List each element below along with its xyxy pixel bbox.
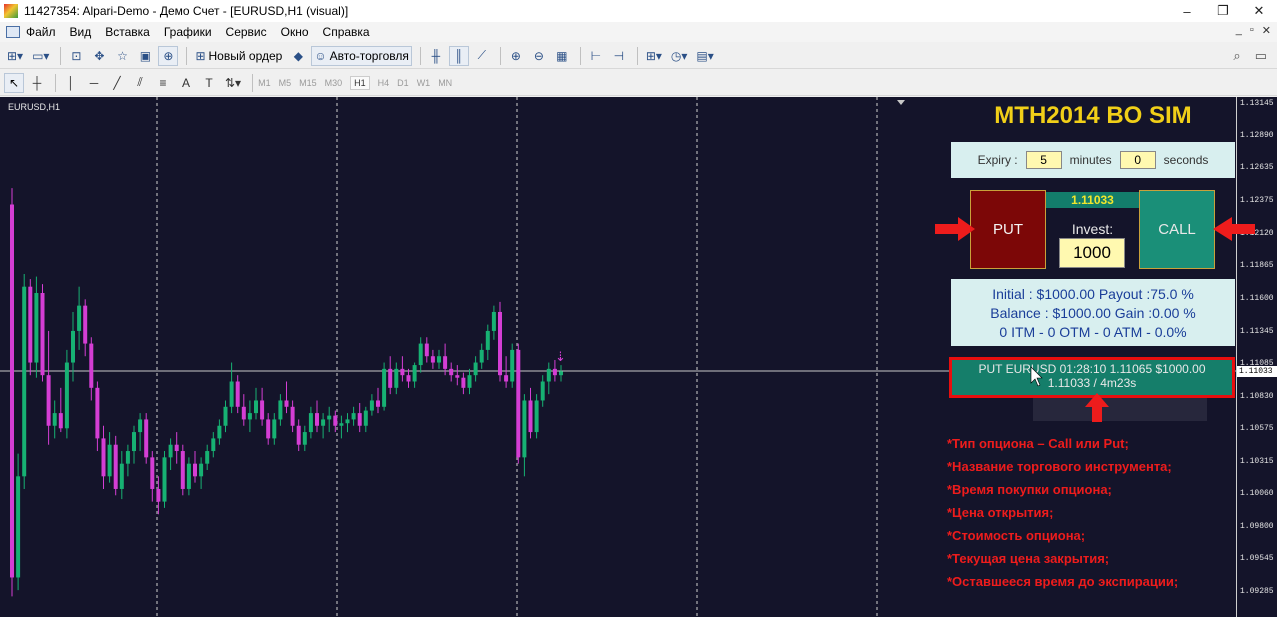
channels-icon[interactable]: ⫽ xyxy=(130,73,150,93)
bar-chart-icon[interactable]: ╫ xyxy=(426,46,446,66)
auto-trading-label: Авто-торговля xyxy=(329,48,409,63)
candlestick-chart-icon[interactable]: ║ xyxy=(448,45,469,66)
period-mn[interactable]: MN xyxy=(438,78,452,88)
menu-insert[interactable]: Вставка xyxy=(105,25,150,39)
tile-windows-icon[interactable]: ▦ xyxy=(552,46,572,66)
line-chart-icon[interactable]: ⟋ xyxy=(472,46,492,66)
toolbar-separator xyxy=(55,73,56,92)
child-minimize-button[interactable]: _ xyxy=(1236,24,1242,37)
toolbar-separator xyxy=(579,46,581,65)
title-bar: 11427354: Alpari-Demo - Демо Счет - [EUR… xyxy=(0,0,1277,22)
toolbar-separator xyxy=(252,73,254,92)
chart-shift-icon[interactable]: ⊣ xyxy=(609,46,629,66)
zoom-out-icon[interactable]: ⊖ xyxy=(529,46,549,66)
arrow-right-to-put-icon xyxy=(935,217,975,241)
menu-bar: Файл Вид Вставка Графики Сервис Окно Спр… xyxy=(0,22,1277,42)
auto-trading-icon: ☺ xyxy=(314,48,327,63)
crosshair-icon[interactable]: ┼ xyxy=(27,73,47,93)
menu-charts[interactable]: Графики xyxy=(164,25,212,39)
app-logo-icon xyxy=(4,4,18,18)
toolbar-separator xyxy=(499,46,501,65)
window-controls: – ❐ ✕ xyxy=(1169,0,1277,22)
period-h4[interactable]: H4 xyxy=(378,78,390,88)
arrows-icon[interactable]: ⇅▾ xyxy=(222,73,244,93)
metaeditor-icon[interactable]: ◆ xyxy=(288,46,308,66)
chat-icon[interactable]: ▭ xyxy=(1255,48,1267,64)
period-m5[interactable]: M5 xyxy=(279,78,292,88)
horizontal-line-icon[interactable]: ─ xyxy=(84,73,104,93)
menu-window[interactable]: Окно xyxy=(281,25,309,39)
line-studies-toolbar: ↖ ┼ │ ─ ╱ ⫽ ≡ A T ⇅▾ M1 M5 M15 M30 H1 H4… xyxy=(0,70,1277,96)
zoom-in-icon[interactable]: ⊕ xyxy=(506,46,526,66)
menu-view[interactable]: Вид xyxy=(70,25,92,39)
auto-trading-button[interactable]: ☺ Авто-торговля xyxy=(311,45,412,66)
market-watch-icon[interactable]: ⊡ xyxy=(66,46,86,66)
navigator-icon[interactable]: ☆ xyxy=(112,46,132,66)
period-d1[interactable]: D1 xyxy=(397,78,409,88)
profiles-icon[interactable]: ▭▾ xyxy=(29,46,52,66)
strategy-tester-icon[interactable]: ⊕ xyxy=(158,45,179,66)
toolbar-right: ⌕ ▭ xyxy=(1233,48,1267,64)
toolbar-separator xyxy=(636,46,638,65)
period-m30[interactable]: M30 xyxy=(325,78,343,88)
chart-window[interactable]: ⇣ EURUSD,H1 1.11033 1.13145 1.12890 1.1263… xyxy=(0,97,1277,617)
new-chart-icon[interactable]: ⊞▾ xyxy=(4,46,26,66)
window-title: 11427354: Alpari-Demo - Демо Счет - [EUR… xyxy=(24,4,349,18)
period-h1[interactable]: H1 xyxy=(350,75,370,90)
menu-file[interactable]: Файл xyxy=(26,25,56,39)
auto-scroll-icon[interactable]: ⊢ xyxy=(586,46,606,66)
search-icon[interactable]: ⌕ xyxy=(1233,48,1240,64)
periods-icon[interactable]: ◷▾ xyxy=(668,46,691,66)
trendline-icon[interactable]: ╱ xyxy=(107,73,127,93)
data-window-icon[interactable]: ✥ xyxy=(89,46,109,66)
standard-toolbar: ⊞▾ ▭▾ ⊡ ✥ ☆ ▣ ⊕ ⊞ Новый ордер ◆ ☺ Авто-т… xyxy=(0,43,1277,69)
document-icon[interactable] xyxy=(6,26,20,38)
terminal-icon[interactable]: ▣ xyxy=(135,46,155,66)
period-m1[interactable]: M1 xyxy=(258,78,271,88)
arrow-up-to-order-icon xyxy=(1085,393,1109,422)
toolbar-separator xyxy=(419,46,421,65)
fibonacci-icon[interactable]: ≡ xyxy=(153,73,173,93)
period-m15[interactable]: M15 xyxy=(299,78,317,88)
terminal-window: 11427354: Alpari-Demo - Демо Счет - [EUR… xyxy=(0,0,1277,617)
child-window-controls: _ ▫ ✕ xyxy=(1236,24,1271,37)
close-button[interactable]: ✕ xyxy=(1241,0,1277,22)
restore-button[interactable]: ❐ xyxy=(1205,0,1241,22)
text-icon[interactable]: A xyxy=(176,73,196,93)
arrow-left-to-call-icon xyxy=(1213,217,1255,241)
child-close-button[interactable]: ✕ xyxy=(1262,24,1271,37)
templates-icon[interactable]: ▤▾ xyxy=(693,46,716,66)
menu-tools[interactable]: Сервис xyxy=(226,25,267,39)
new-order-label: Новый ордер xyxy=(208,48,283,63)
annotation-arrows xyxy=(935,217,1255,422)
indicators-icon[interactable]: ⊞▾ xyxy=(643,46,665,66)
new-order-icon: ⊞ xyxy=(195,48,206,63)
period-w1[interactable]: W1 xyxy=(417,78,431,88)
text-label-icon[interactable]: T xyxy=(199,73,219,93)
menu-help[interactable]: Справка xyxy=(323,25,370,39)
cursor-icon[interactable]: ↖ xyxy=(4,72,24,93)
child-restore-button[interactable]: ▫ xyxy=(1250,24,1254,37)
new-order-button[interactable]: ⊞ Новый ордер xyxy=(192,46,285,66)
minimize-button[interactable]: – xyxy=(1169,0,1205,22)
toolbar-separator xyxy=(186,46,188,65)
toolbar-separator xyxy=(60,46,62,65)
vertical-line-icon[interactable]: │ xyxy=(61,73,81,93)
mouse-cursor-icon xyxy=(1030,366,1043,387)
